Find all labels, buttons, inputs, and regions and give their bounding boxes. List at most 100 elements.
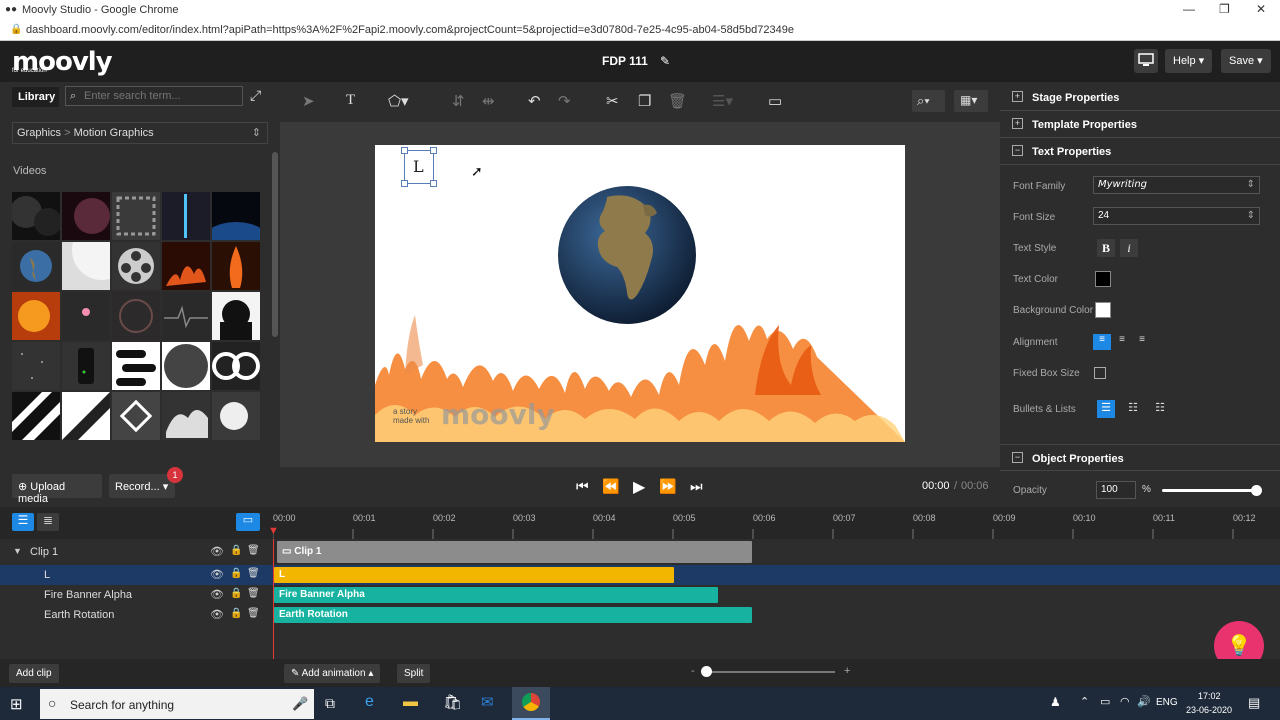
time-ruler[interactable]: 00:00 00:01 00:02 00:03 00:04 00:05 00:0…	[273, 507, 1280, 539]
volume-icon[interactable]: 🔊	[1137, 695, 1151, 708]
add-clip-button[interactable]: Add clip	[9, 664, 59, 683]
bullet-list-icon[interactable]: ☷	[1124, 400, 1142, 418]
media-thumb[interactable]	[62, 292, 110, 340]
media-thumb[interactable]	[112, 392, 160, 440]
media-thumb[interactable]	[12, 342, 60, 390]
lock-icon[interactable]: 🔒	[230, 545, 242, 556]
track-bar[interactable]: L	[274, 567, 674, 583]
pointer-icon[interactable]: ➤	[302, 92, 315, 110]
resize-handle[interactable]	[430, 180, 437, 187]
object-properties-header[interactable]: − Object Properties	[1000, 444, 1280, 471]
font-family-select[interactable]: Mywriting ⇕	[1093, 176, 1260, 194]
track-row[interactable]: Fire Banner Alpha 👁 🔒 🗑 Fire Banner Alph…	[0, 585, 1280, 605]
media-thumb[interactable]	[162, 242, 210, 290]
align-left-icon[interactable]: ≡	[1093, 334, 1111, 350]
track-bar[interactable]: Fire Banner Alpha	[274, 587, 718, 603]
opacity-input[interactable]: 100	[1096, 481, 1136, 499]
microphone-icon[interactable]: 🎤	[292, 696, 308, 712]
wifi-icon[interactable]: ◠	[1120, 695, 1130, 708]
stage-text-object[interactable]: L	[413, 157, 424, 176]
fit-timeline-icon[interactable]: ▭	[236, 513, 260, 531]
align-vertical-icon[interactable]: ⇵	[452, 92, 465, 110]
media-thumb[interactable]	[112, 342, 160, 390]
play-icon[interactable]: ▶	[633, 477, 645, 497]
clip-bar[interactable]: ▭ Clip 1	[277, 541, 752, 563]
search-input[interactable]	[84, 88, 239, 104]
earth-globe[interactable]	[558, 186, 696, 324]
bold-button[interactable]: B	[1097, 239, 1115, 257]
eye-icon[interactable]: 👁	[210, 608, 224, 621]
media-thumb[interactable]	[112, 242, 160, 290]
media-thumb[interactable]	[212, 392, 260, 440]
mail-icon[interactable]: ✉	[481, 693, 494, 711]
clock-date[interactable]: 23-06-2020	[1186, 705, 1232, 715]
clock-time[interactable]: 17:02	[1198, 691, 1221, 701]
trash-icon[interactable]: 🗑	[247, 588, 260, 599]
media-thumb[interactable]	[112, 192, 160, 240]
media-thumb[interactable]	[212, 342, 260, 390]
file-explorer-icon[interactable]: ▬	[403, 693, 418, 710]
no-list-icon[interactable]: ☰	[1097, 400, 1115, 418]
redo-icon[interactable]: ↷	[558, 92, 571, 110]
zoom-slider-thumb[interactable]	[701, 666, 712, 677]
close-button[interactable]: ✕	[1256, 2, 1266, 16]
track-label[interactable]: L	[44, 569, 50, 581]
media-thumb[interactable]	[162, 392, 210, 440]
subtitle-icon[interactable]: ▭	[768, 92, 782, 110]
playhead-marker[interactable]: ▼	[268, 525, 279, 537]
opacity-slider-track[interactable]	[1162, 489, 1258, 492]
skip-start-icon[interactable]: ⏮	[576, 478, 589, 495]
category-breadcrumb[interactable]: Graphics > Motion Graphics ⇕	[12, 122, 268, 144]
media-thumb[interactable]	[162, 342, 210, 390]
clip-row[interactable]: ▼ Clip 1 👁 🔒 🗑 ▭ Clip 1	[0, 541, 1280, 563]
resize-handle[interactable]	[401, 147, 408, 154]
rewind-icon[interactable]: ⏪	[602, 478, 619, 495]
media-thumb[interactable]	[212, 292, 260, 340]
font-size-select[interactable]: 24 ⇕	[1093, 207, 1260, 225]
language-indicator[interactable]: ENG	[1156, 697, 1178, 708]
stage-canvas[interactable]: L ➚ a story made with moovly	[375, 145, 905, 442]
track-row[interactable]: L 👁 🔒 🗑 L	[0, 565, 1280, 585]
text-selection-box[interactable]: L	[401, 147, 437, 187]
task-view-icon[interactable]: ⧉	[325, 695, 335, 712]
help-button[interactable]: Help ▾	[1165, 49, 1213, 73]
copy-icon[interactable]: ❐	[638, 92, 651, 110]
show-hidden-icons[interactable]: ⌃	[1080, 695, 1089, 708]
library-scrollbar[interactable]	[272, 152, 278, 337]
media-thumb[interactable]	[12, 392, 60, 440]
media-thumb[interactable]	[62, 342, 110, 390]
trash-icon[interactable]: 🗑	[247, 608, 260, 619]
pencil-icon[interactable]: ✎	[660, 54, 670, 68]
media-thumb[interactable]	[162, 192, 210, 240]
numbered-list-icon[interactable]: ☷	[1151, 400, 1169, 418]
trash-icon[interactable]: 🗑	[668, 92, 687, 110]
track-label[interactable]: Earth Rotation	[44, 609, 114, 621]
lock-icon[interactable]: 🔒	[230, 608, 242, 619]
maximize-button[interactable]: ❐	[1219, 2, 1230, 16]
zoom-out-icon[interactable]: -	[691, 665, 695, 677]
record-button[interactable]: Record... ▾	[109, 474, 175, 498]
url-text[interactable]: dashboard.moovly.com/editor/index.html?a…	[26, 24, 794, 36]
track-row[interactable]: Earth Rotation 👁 🔒 🗑 Earth Rotation	[0, 605, 1280, 625]
upload-media-button[interactable]: ⊕ Upload media	[12, 474, 102, 505]
eye-icon[interactable]: 👁	[210, 588, 224, 601]
italic-button[interactable]: i	[1120, 239, 1138, 257]
clip-row-label[interactable]: Clip 1	[30, 546, 58, 558]
stage-properties-header[interactable]: + Stage Properties	[1000, 84, 1280, 111]
monitor-button[interactable]	[1134, 49, 1158, 73]
breadcrumb-motion-graphics[interactable]: Motion Graphics	[74, 127, 154, 139]
trash-icon[interactable]: 🗑	[247, 568, 260, 579]
notification-icon[interactable]: ▤	[1248, 695, 1260, 711]
opacity-slider-thumb[interactable]	[1251, 485, 1262, 496]
battery-icon[interactable]: ▭	[1100, 695, 1110, 708]
zoom-in-icon[interactable]: +	[844, 665, 850, 677]
media-thumb[interactable]	[162, 292, 210, 340]
align-right-icon[interactable]: ≡	[1133, 334, 1151, 350]
undo-icon[interactable]: ↶	[528, 92, 541, 110]
project-title[interactable]: FDP 111	[602, 54, 648, 68]
eye-icon[interactable]: 👁	[210, 545, 224, 558]
zoom-button[interactable]: ⌕▾	[912, 90, 945, 112]
list-view-icon[interactable]: ≣	[37, 513, 59, 531]
cut-icon[interactable]: ✂	[606, 92, 619, 110]
media-thumb[interactable]	[62, 192, 110, 240]
